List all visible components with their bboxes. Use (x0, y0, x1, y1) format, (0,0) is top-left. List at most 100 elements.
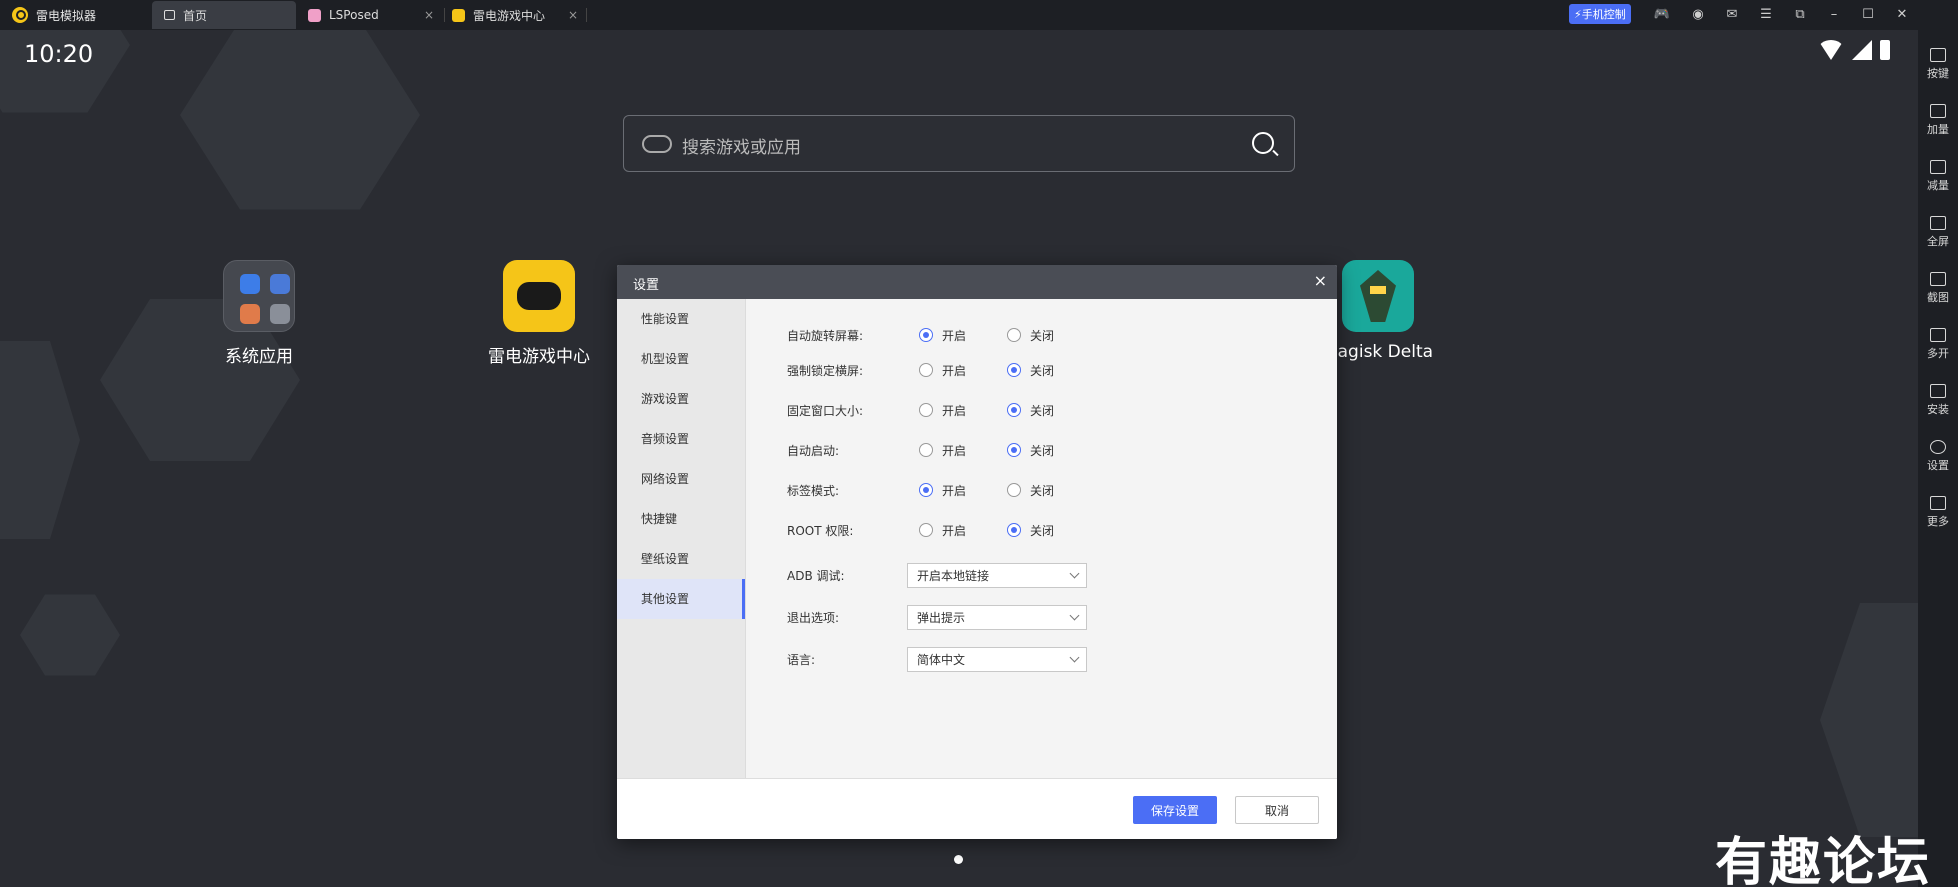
radio-off[interactable]: 关闭 (1007, 482, 1095, 499)
background-hexagon (0, 341, 80, 539)
dialog-header: 设置 × (617, 265, 1337, 299)
phone-control-button[interactable]: ⚡ 手机控制 (1569, 4, 1631, 24)
battery-icon (1880, 40, 1890, 60)
nav-wallpaper[interactable]: 壁纸设置 (617, 539, 745, 579)
scissors-icon (1930, 272, 1946, 286)
search-icon[interactable] (1252, 132, 1274, 154)
nav-performance[interactable]: 性能设置 (617, 299, 745, 339)
nav-other[interactable]: 其他设置 (617, 579, 745, 619)
exit-option-select[interactable]: 弹出提示 (907, 605, 1087, 630)
rightbar-label: 多开 (1927, 347, 1949, 360)
radio-button[interactable] (1007, 328, 1021, 342)
radio-button-checked[interactable] (919, 483, 933, 497)
radio-label: 关闭 (1030, 483, 1055, 498)
radio-button-checked[interactable] (1007, 523, 1021, 537)
nav-game[interactable]: 游戏设置 (617, 379, 745, 419)
option-force-landscape: 强制锁定横屏: 开启 关闭 (787, 360, 1095, 380)
volume-up-icon (1930, 104, 1946, 118)
rightbar-fullscreen[interactable]: 全屏 (1918, 216, 1958, 249)
app-leidian-game-center[interactable]: 雷电游戏中心 (464, 260, 614, 367)
right-toolbar: 按键 加量 减量 全屏 截图 多开 安装 设置 更多 (1918, 30, 1958, 887)
rightbar-label: 加量 (1927, 123, 1949, 136)
close-icon[interactable]: × (1314, 271, 1327, 290)
option-label: 强制锁定横屏: (787, 363, 864, 378)
window-close-icon[interactable]: ✕ (1892, 5, 1912, 25)
rightbar-install[interactable]: 安装 (1918, 384, 1958, 417)
search-placeholder: 搜索游戏或应用 (682, 138, 801, 158)
phone-control-label: 手机控制 (1581, 8, 1626, 21)
dialog-footer: 保存设置 取消 (617, 778, 1337, 839)
radio-off[interactable]: 关闭 (1007, 522, 1095, 539)
maximize-icon[interactable]: ☐ (1858, 5, 1878, 25)
radio-on[interactable]: 开启 (919, 327, 1007, 344)
radio-button[interactable] (919, 403, 933, 417)
rightbar-volume-up[interactable]: 加量 (1918, 104, 1958, 137)
radio-button-checked[interactable] (1007, 443, 1021, 457)
user-icon[interactable]: ◉ (1688, 5, 1708, 25)
radio-label: 关闭 (1030, 328, 1055, 343)
radio-button[interactable] (919, 443, 933, 457)
radio-button[interactable] (919, 363, 933, 377)
mail-icon[interactable]: ✉ (1722, 5, 1742, 25)
app-system-apps[interactable]: 系统应用 (184, 260, 334, 367)
radio-off[interactable]: 关闭 (1007, 402, 1095, 419)
radio-button[interactable] (1007, 483, 1021, 497)
select-value: 开启本地链接 (917, 569, 990, 583)
tab-label: 雷电游戏中心 (473, 8, 546, 23)
close-icon[interactable]: × (568, 8, 578, 22)
app-label: 雷电游戏中心 (488, 347, 590, 367)
menu-icon[interactable]: ☰ (1756, 5, 1776, 25)
radio-on[interactable]: 开启 (919, 522, 1007, 539)
radio-label: 开启 (942, 363, 967, 378)
radio-off[interactable]: 关闭 (1007, 442, 1095, 459)
nav-audio[interactable]: 音频设置 (617, 419, 745, 459)
restore-window-icon[interactable]: ⧉ (1790, 5, 1810, 25)
minimize-icon[interactable]: – (1824, 5, 1844, 25)
language-select[interactable]: 简体中文 (907, 647, 1087, 672)
gamepad-icon[interactable]: 🎮 (1652, 5, 1672, 25)
radio-on[interactable]: 开启 (919, 362, 1007, 379)
rightbar-volume-down[interactable]: 减量 (1918, 160, 1958, 193)
radio-off[interactable]: 关闭 (1007, 327, 1095, 344)
rightbar-label: 全屏 (1927, 235, 1949, 248)
option-label: ROOT 权限: (787, 523, 854, 538)
magisk-icon (1342, 260, 1414, 332)
radio-button-checked[interactable] (1007, 403, 1021, 417)
volume-down-icon (1930, 160, 1946, 174)
search-bar[interactable]: 搜索游戏或应用 (623, 115, 1295, 172)
tab-game-center[interactable]: 雷电游戏中心 × (440, 1, 588, 29)
nav-shortcuts[interactable]: 快捷键 (617, 499, 745, 539)
radio-label: 关闭 (1030, 443, 1055, 458)
rightbar-label: 设置 (1927, 459, 1949, 472)
save-settings-button[interactable]: 保存设置 (1133, 796, 1217, 824)
close-icon[interactable]: × (424, 8, 434, 22)
leidian-gamecenter-icon (452, 8, 465, 22)
nav-network[interactable]: 网络设置 (617, 459, 745, 499)
rightbar-keyboard[interactable]: 按键 (1918, 48, 1958, 81)
watermark: 有趣论坛 (1715, 832, 1932, 887)
radio-off[interactable]: 关闭 (1007, 362, 1095, 379)
tab-home[interactable]: 首页 (152, 1, 296, 29)
radio-on[interactable]: 开启 (919, 442, 1007, 459)
signal-icon (1852, 40, 1872, 60)
adb-debug-select[interactable]: 开启本地链接 (907, 563, 1087, 588)
rightbar-more[interactable]: 更多 (1918, 496, 1958, 529)
radio-on[interactable]: 开启 (919, 482, 1007, 499)
radio-label: 开启 (942, 443, 967, 458)
status-icons (1818, 40, 1890, 60)
radio-button-checked[interactable] (919, 328, 933, 342)
radio-button-checked[interactable] (1007, 363, 1021, 377)
radio-button[interactable] (919, 523, 933, 537)
radio-label: 关闭 (1030, 403, 1055, 418)
nav-device-model[interactable]: 机型设置 (617, 339, 745, 379)
radio-label: 开启 (942, 328, 967, 343)
rightbar-settings[interactable]: 设置 (1918, 440, 1958, 473)
cancel-button[interactable]: 取消 (1235, 796, 1319, 824)
select-row-exit: 退出选项: 弹出提示 (787, 605, 1087, 630)
radio-on[interactable]: 开启 (919, 402, 1007, 419)
rightbar-screenshot[interactable]: 截图 (1918, 272, 1958, 305)
select-label: ADB 调试: (787, 569, 845, 583)
rightbar-multi-instance[interactable]: 多开 (1918, 328, 1958, 361)
tab-lsposed[interactable]: LSPosed × (296, 1, 444, 29)
option-fixed-window: 固定窗口大小: 开启 关闭 (787, 400, 1095, 420)
